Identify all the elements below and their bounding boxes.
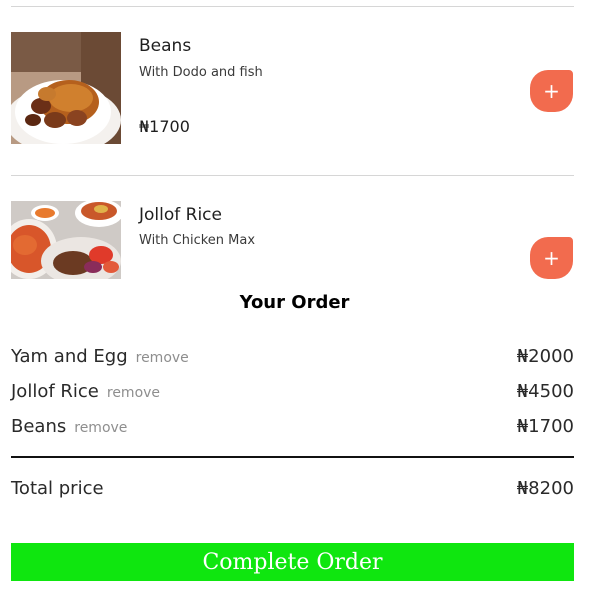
item-divider	[11, 175, 574, 176]
menu-item-name: Jollof Rice	[139, 205, 222, 225]
order-row: Yam and Egg remove ₦2000	[11, 346, 574, 372]
remove-link[interactable]: remove	[74, 420, 127, 436]
menu-item-description: With Dodo and fish	[139, 65, 263, 80]
order-title: Your Order	[239, 292, 350, 313]
order-item-price: ₦2000	[516, 346, 574, 367]
order-item-name: Beans	[11, 416, 67, 437]
order-item-name: Yam and Egg	[11, 346, 128, 367]
order-row: Jollof Rice remove ₦4500	[11, 381, 574, 407]
order-item-price: ₦1700	[516, 416, 574, 437]
add-to-order-button[interactable]: +	[530, 70, 573, 112]
jollof-rice-image	[11, 201, 121, 279]
total-label: Total price	[11, 478, 104, 499]
order-row: Beans remove ₦1700	[11, 416, 574, 442]
menu-item-name: Beans	[139, 36, 192, 56]
remove-link[interactable]: remove	[107, 385, 160, 401]
order-item-price: ₦4500	[516, 381, 574, 402]
add-to-order-button[interactable]: +	[530, 237, 573, 279]
total-divider	[11, 456, 574, 458]
top-divider	[11, 6, 574, 7]
complete-order-button[interactable]: Complete Order	[11, 543, 574, 581]
remove-link[interactable]: remove	[136, 350, 189, 366]
order-item-name: Jollof Rice	[11, 381, 99, 402]
total-value: ₦8200	[516, 478, 574, 499]
menu-item-price: ₦1700	[139, 117, 190, 136]
beans-image	[11, 32, 121, 144]
menu-item-description: With Chicken Max	[139, 233, 256, 248]
